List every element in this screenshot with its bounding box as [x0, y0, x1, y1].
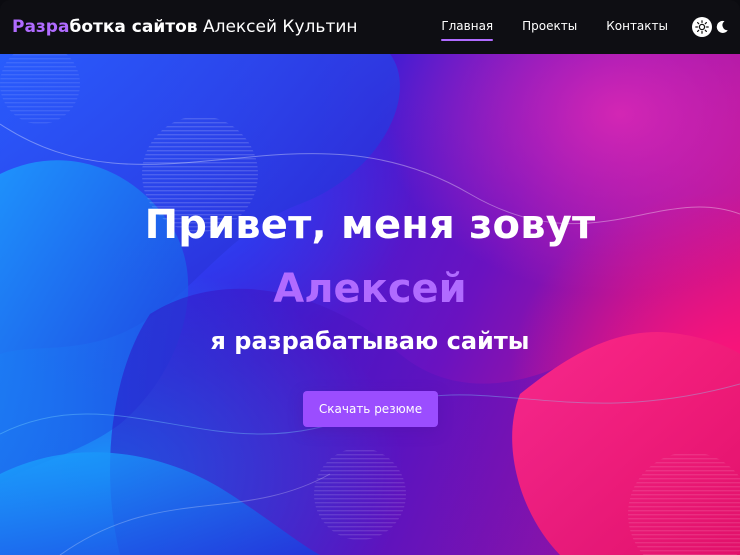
sun-icon[interactable] — [692, 17, 712, 37]
nav-link-projects[interactable]: Проекты — [522, 19, 577, 36]
theme-toggle[interactable] — [692, 17, 730, 37]
logo-accent-text: Разра — [12, 17, 70, 37]
hero-name: Алексей — [273, 266, 467, 312]
site-logo[interactable]: Разработка сайтов Алексей Культин — [12, 17, 358, 37]
moon-icon[interactable] — [714, 19, 730, 35]
nav-link-contacts[interactable]: Контакты — [606, 19, 668, 36]
hero-section: Привет, меня зовут Алексей я разрабатыва… — [0, 54, 740, 555]
hero-content: Привет, меня зовут Алексей я разрабатыва… — [0, 54, 740, 555]
hero-tagline: я разрабатываю сайты — [210, 327, 530, 355]
logo-name-text: Алексей Культин — [197, 17, 358, 37]
site-header: Разработка сайтов Алексей Культин Главна… — [0, 0, 740, 54]
nav-link-home[interactable]: Главная — [441, 19, 493, 41]
main-nav: Главная Проекты Контакты — [441, 19, 668, 41]
logo-bold-text: ботка сайтов — [69, 17, 198, 37]
hero-headline: Привет, меня зовут — [144, 202, 596, 248]
download-resume-button[interactable]: Скачать резюме — [303, 391, 438, 427]
